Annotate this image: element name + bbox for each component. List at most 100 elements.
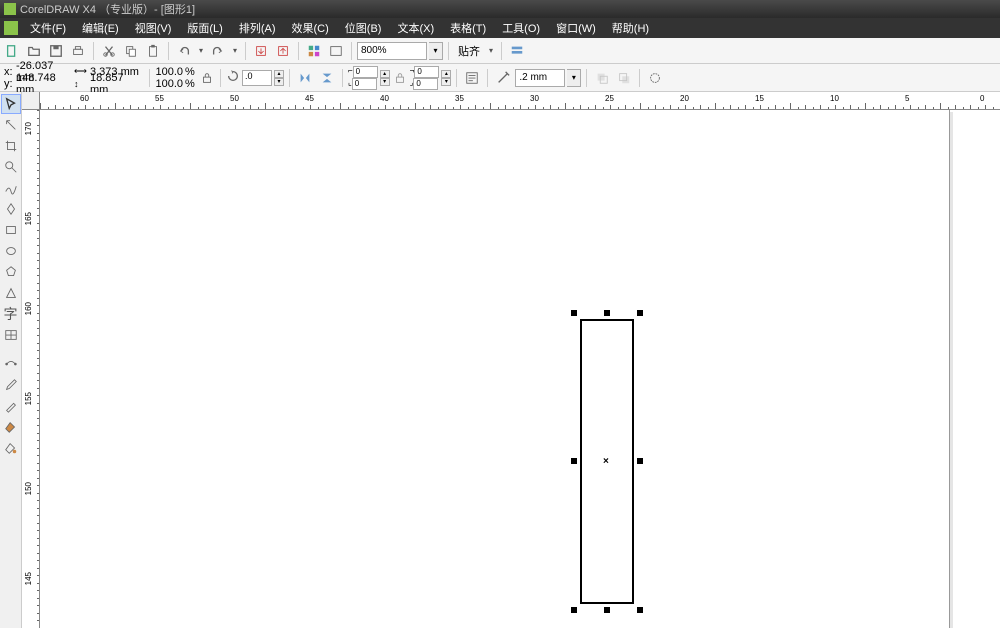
- menu-effects[interactable]: 效果(C): [284, 18, 337, 38]
- freehand-tool-icon[interactable]: [1, 178, 21, 198]
- app-launcher-icon[interactable]: [304, 41, 324, 61]
- handle-bottom-center[interactable]: [604, 607, 610, 613]
- handle-top-center[interactable]: [604, 310, 610, 316]
- menu-arrange[interactable]: 排列(A): [231, 18, 284, 38]
- rotation-group: .0 ▴▾: [226, 69, 284, 86]
- drawing-canvas[interactable]: ×: [40, 110, 1000, 628]
- menu-edit[interactable]: 编辑(E): [74, 18, 127, 38]
- menubar: 文件(F) 编辑(E) 视图(V) 版面(L) 排列(A) 效果(C) 位图(B…: [0, 18, 1000, 38]
- rotation-input[interactable]: .0: [242, 70, 272, 86]
- corner-lock-icon[interactable]: [392, 68, 408, 88]
- corner-br-input[interactable]: 0: [413, 78, 438, 90]
- snap-label[interactable]: 贴齐: [454, 43, 484, 59]
- zoom-level-input[interactable]: 800%: [357, 42, 427, 60]
- y-label: y:: [4, 78, 14, 90]
- undo-dropdown-icon[interactable]: ▾: [196, 41, 206, 61]
- horizontal-ruler[interactable]: 60 55 50 45 40 35 30 25 20 15 10 5 0: [40, 92, 1000, 110]
- undo-icon[interactable]: [174, 41, 194, 61]
- eyedropper-tool-icon[interactable]: [1, 375, 21, 395]
- scale-group: 100.0% 100.0%: [155, 66, 197, 90]
- zoom-tool-icon[interactable]: [1, 157, 21, 177]
- corner-right-group: ¬0 ⌟0: [410, 66, 440, 90]
- handle-top-left[interactable]: [571, 310, 577, 316]
- pick-tool-icon[interactable]: [1, 94, 21, 114]
- cut-icon[interactable]: [99, 41, 119, 61]
- new-icon[interactable]: [2, 41, 22, 61]
- size-group: ⟷3.373 mm ↕18.857 mm: [72, 66, 144, 90]
- menu-layout[interactable]: 版面(L): [179, 18, 230, 38]
- corner-left-group: ⌐0 ⌞0: [348, 66, 378, 90]
- convert-curves-icon[interactable]: [645, 68, 665, 88]
- rectangle-tool-icon[interactable]: [1, 220, 21, 240]
- menu-text[interactable]: 文本(X): [389, 18, 442, 38]
- handle-middle-right[interactable]: [637, 458, 643, 464]
- mirror-v-icon[interactable]: [317, 68, 337, 88]
- save-icon[interactable]: [46, 41, 66, 61]
- open-icon[interactable]: [24, 41, 44, 61]
- snap-dropdown-icon[interactable]: ▾: [486, 41, 496, 61]
- shape-tool-icon[interactable]: [1, 115, 21, 135]
- x-label: x:: [4, 66, 14, 78]
- corner-tl-input[interactable]: 0: [353, 66, 378, 78]
- interactive-tool-icon[interactable]: [1, 354, 21, 374]
- fill-tool-icon[interactable]: [1, 417, 21, 437]
- crop-tool-icon[interactable]: [1, 136, 21, 156]
- handle-middle-left[interactable]: [571, 458, 577, 464]
- to-back-icon[interactable]: [614, 68, 634, 88]
- corner-bl-input[interactable]: 0: [352, 78, 377, 90]
- outline-tool-icon[interactable]: [1, 396, 21, 416]
- redo-dropdown-icon[interactable]: ▾: [230, 41, 240, 61]
- export-icon[interactable]: [273, 41, 293, 61]
- redo-icon[interactable]: [208, 41, 228, 61]
- page-edge: [949, 110, 950, 628]
- print-icon[interactable]: [68, 41, 88, 61]
- menu-table[interactable]: 表格(T): [442, 18, 494, 38]
- menu-tools[interactable]: 工具(O): [494, 18, 548, 38]
- titlebar: CorelDRAW X4 （专业版）- [图形1]: [0, 0, 1000, 18]
- toolbox: 字: [0, 92, 22, 628]
- paste-icon[interactable]: [143, 41, 163, 61]
- menu-bitmaps[interactable]: 位图(B): [337, 18, 390, 38]
- menu-view[interactable]: 视图(V): [127, 18, 180, 38]
- handle-bottom-left[interactable]: [571, 607, 577, 613]
- options-icon[interactable]: [507, 41, 527, 61]
- app-menu-icon[interactable]: [4, 21, 18, 35]
- basic-shapes-icon[interactable]: [1, 283, 21, 303]
- menu-window[interactable]: 窗口(W): [548, 18, 604, 38]
- text-wrap-icon[interactable]: [462, 68, 482, 88]
- mirror-h-icon[interactable]: [295, 68, 315, 88]
- corner-spinner-2[interactable]: ▴▾: [441, 70, 451, 86]
- app-icon: [4, 3, 16, 15]
- zoom-dropdown-icon[interactable]: ▾: [429, 42, 443, 60]
- lock-ratio-icon[interactable]: [199, 68, 215, 88]
- polygon-tool-icon[interactable]: [1, 262, 21, 282]
- outline-width-input[interactable]: .2 mm: [515, 69, 565, 87]
- corner-spinner-1[interactable]: ▴▾: [380, 70, 390, 86]
- corner-tr-input[interactable]: 0: [414, 66, 439, 78]
- outline-pen-icon[interactable]: [493, 68, 513, 88]
- menu-help[interactable]: 帮助(H): [604, 18, 657, 38]
- position-group: x:-26.037 mm y:148.748 mm: [2, 66, 70, 90]
- welcome-icon[interactable]: [326, 41, 346, 61]
- rotation-spinner[interactable]: ▴▾: [274, 70, 284, 86]
- import-icon[interactable]: [251, 41, 271, 61]
- handle-bottom-right[interactable]: [637, 607, 643, 613]
- rotate-icon: [226, 69, 240, 86]
- selection-center-icon[interactable]: ×: [603, 456, 609, 467]
- scale-x[interactable]: 100.0: [155, 66, 185, 78]
- property-bar: x:-26.037 mm y:148.748 mm ⟷3.373 mm ↕18.…: [0, 64, 1000, 92]
- table-tool-icon[interactable]: [1, 325, 21, 345]
- outline-dropdown-icon[interactable]: ▾: [567, 69, 581, 87]
- vertical-ruler[interactable]: 170 165 160 155 150 145: [22, 92, 40, 628]
- menu-file[interactable]: 文件(F): [22, 18, 74, 38]
- height-icon: ↕: [74, 79, 88, 89]
- interactive-fill-icon[interactable]: [1, 438, 21, 458]
- copy-icon[interactable]: [121, 41, 141, 61]
- to-front-icon[interactable]: [592, 68, 612, 88]
- smart-fill-icon[interactable]: [1, 199, 21, 219]
- text-tool-icon[interactable]: 字: [1, 304, 21, 324]
- ruler-origin[interactable]: [22, 92, 40, 110]
- ellipse-tool-icon[interactable]: [1, 241, 21, 261]
- scale-y[interactable]: 100.0: [155, 78, 185, 90]
- handle-top-right[interactable]: [637, 310, 643, 316]
